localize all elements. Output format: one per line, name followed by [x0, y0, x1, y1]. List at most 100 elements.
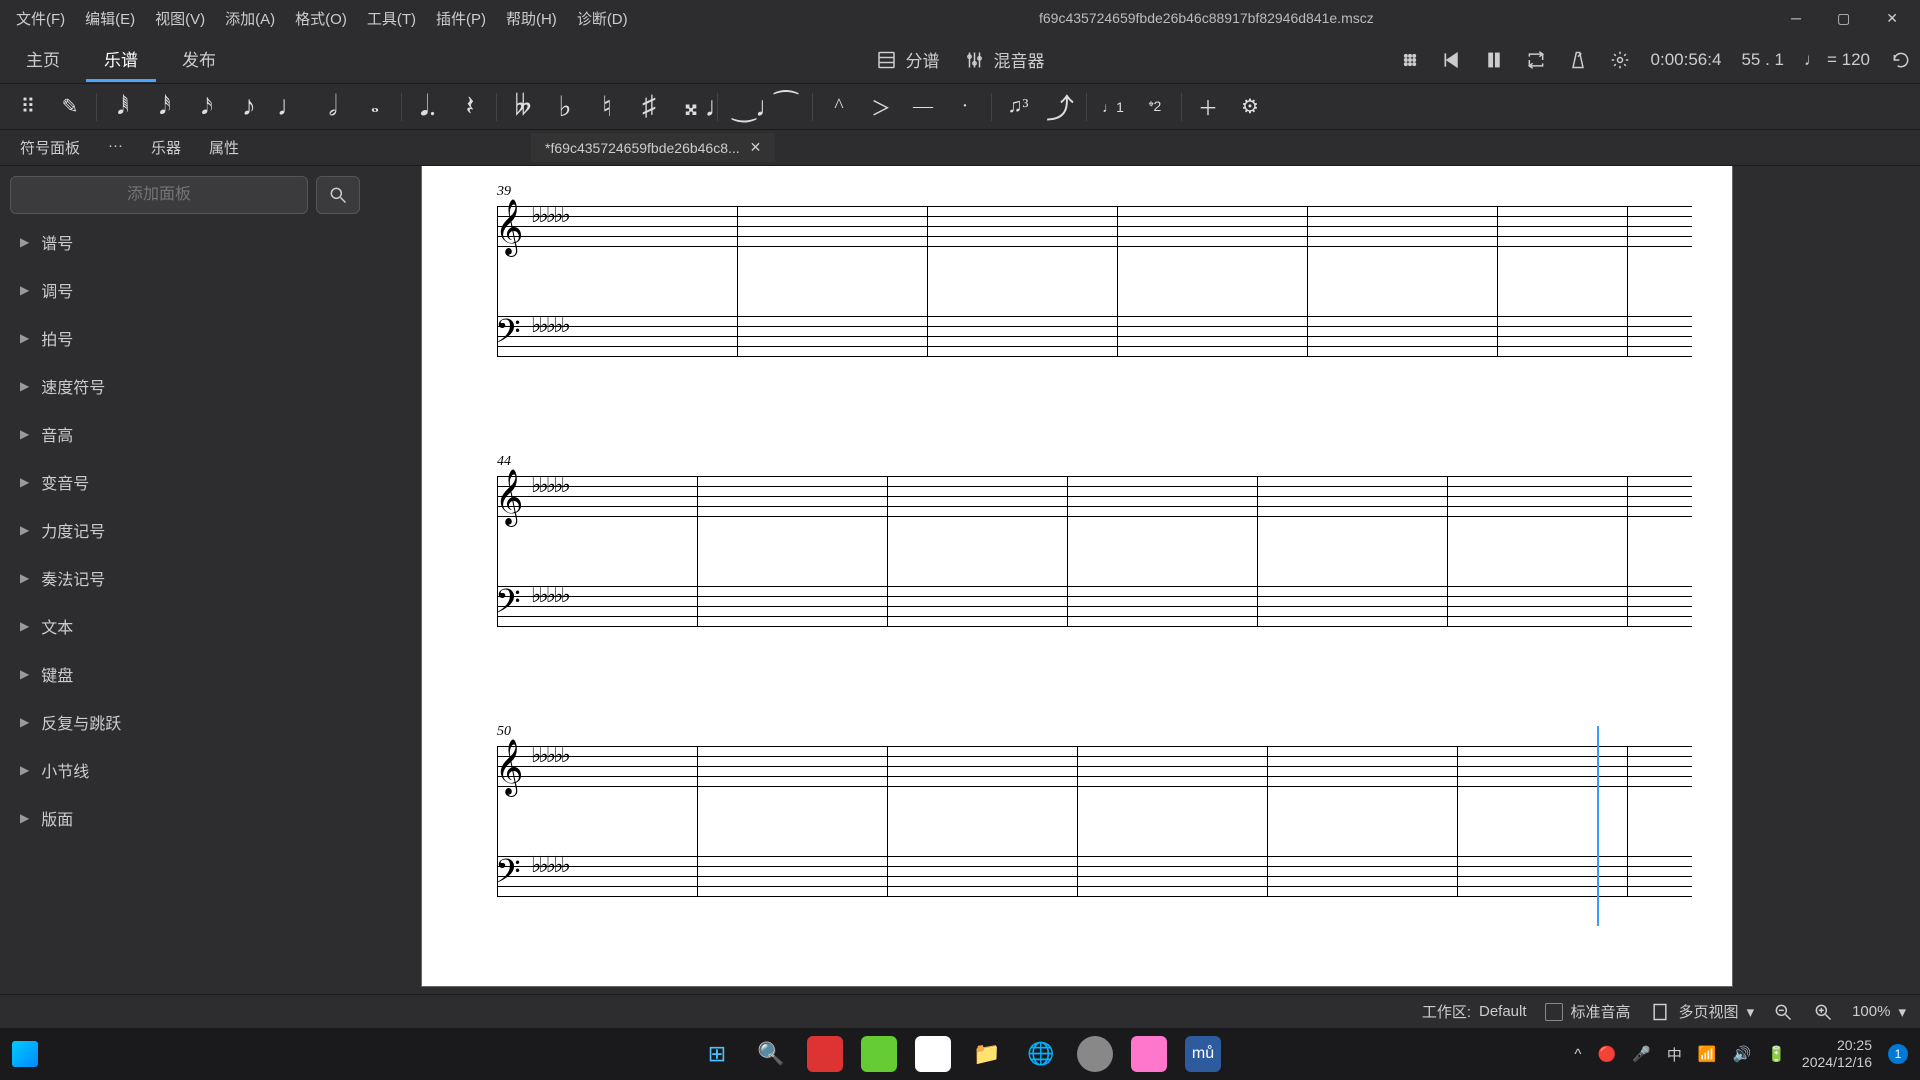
palette-search-button[interactable]: [316, 176, 360, 214]
tray-app-icon[interactable]: 🔴: [1597, 1045, 1616, 1063]
close-tab-button[interactable]: ✕: [750, 139, 762, 156]
battery-icon[interactable]: 🔋: [1767, 1045, 1786, 1063]
file-explorer-button[interactable]: 📁: [969, 1036, 1005, 1072]
marcato-button[interactable]: ^: [819, 89, 859, 125]
menu-view[interactable]: 视图(V): [147, 4, 213, 33]
mixer-button[interactable]: 混音器: [964, 47, 1045, 72]
undo-button[interactable]: [1890, 49, 1912, 71]
palette-search-input[interactable]: [10, 176, 308, 214]
ime-indicator[interactable]: 中: [1667, 1044, 1682, 1065]
taskbar-search-button[interactable]: 🔍: [753, 1036, 789, 1072]
note-64th-button[interactable]: 𝅘𝅥𝅱: [103, 89, 143, 125]
palette-barlines[interactable]: ▶小节线: [10, 750, 360, 790]
wifi-icon[interactable]: 📶: [1698, 1045, 1717, 1063]
musescore-taskbar-button[interactable]: mů: [1185, 1036, 1221, 1072]
close-button[interactable]: ✕: [1872, 6, 1912, 31]
parts-button[interactable]: 分谱: [876, 47, 940, 72]
palette-time-signatures[interactable]: ▶拍号: [10, 318, 360, 358]
tenuto-button[interactable]: —: [903, 89, 943, 125]
menu-plugins[interactable]: 插件(P): [428, 4, 494, 33]
zoom-level[interactable]: 100% ▾: [1852, 1003, 1906, 1021]
tab-more[interactable]: ···: [96, 131, 135, 164]
taskbar-app-2[interactable]: [861, 1036, 897, 1072]
palette-repeats[interactable]: ▶反复与跳跃: [10, 702, 360, 742]
palette-accidentals[interactable]: ▶变音号: [10, 462, 360, 502]
note-whole-button[interactable]: 𝅝: [355, 89, 395, 125]
add-button[interactable]: ＋: [1188, 89, 1228, 125]
accent-button[interactable]: ＞: [861, 89, 901, 125]
note-half-button[interactable]: 𝅗𝅥: [313, 89, 353, 125]
menu-format[interactable]: 格式(O): [287, 4, 355, 33]
tray-chevron-icon[interactable]: ^: [1574, 1046, 1581, 1063]
natural-button[interactable]: ♮: [587, 89, 627, 125]
settings-button[interactable]: [1609, 49, 1631, 71]
taskbar-clock[interactable]: 20:25 2024/12/16: [1802, 1037, 1872, 1071]
flat-button[interactable]: ♭: [545, 89, 585, 125]
palette-key-signatures[interactable]: ▶调号: [10, 270, 360, 310]
palette-pitch[interactable]: ▶音高: [10, 414, 360, 454]
note-8th-button[interactable]: ♪: [229, 89, 269, 125]
menu-add[interactable]: 添加(A): [217, 4, 283, 33]
staccato-button[interactable]: ·: [945, 89, 985, 125]
note-32nd-button[interactable]: 𝅘𝅥𝅰: [145, 89, 185, 125]
palette-articulations[interactable]: ▶奏法记号: [10, 558, 360, 598]
taskbar-app-5[interactable]: [1131, 1036, 1167, 1072]
taskbar-app-3[interactable]: [915, 1036, 951, 1072]
sharp-button[interactable]: ♯: [629, 89, 669, 125]
tab-home[interactable]: 主页: [8, 38, 78, 82]
microphone-icon[interactable]: 🎤: [1632, 1045, 1651, 1063]
tab-properties[interactable]: 属性: [197, 131, 251, 164]
tab-publish[interactable]: 发布: [164, 38, 234, 82]
volume-icon[interactable]: 🔊: [1733, 1045, 1752, 1063]
notifications-button[interactable]: 1: [1888, 1044, 1908, 1064]
minimize-button[interactable]: ─: [1777, 6, 1815, 31]
tab-instruments[interactable]: 乐器: [139, 131, 193, 164]
voice-1-button[interactable]: ♩1: [1093, 89, 1133, 125]
taskbar-app-1[interactable]: [807, 1036, 843, 1072]
note-16th-button[interactable]: 𝅘𝅥𝅯: [187, 89, 227, 125]
score-canvas[interactable]: 39 𝄞 𝄢 ♭♭♭♭♭ ♭♭♭♭♭ 44: [370, 166, 1920, 994]
edit-mode-button[interactable]: ✎: [50, 89, 90, 125]
palette-dynamics[interactable]: ▶力度记号: [10, 510, 360, 550]
tempo-display[interactable]: ♩ = 120: [1804, 50, 1870, 70]
menu-edit[interactable]: 编辑(E): [77, 4, 143, 33]
start-button[interactable]: ⊞: [699, 1036, 735, 1072]
view-mode-selector[interactable]: 多页视图 ▾: [1649, 1001, 1755, 1023]
concert-pitch-toggle[interactable]: 标准音高: [1545, 1001, 1631, 1022]
note-quarter-button[interactable]: ♩: [271, 89, 311, 125]
metronome-button[interactable]: [1567, 49, 1589, 71]
menu-help[interactable]: 帮助(H): [498, 4, 565, 33]
loop-button[interactable]: [1525, 49, 1547, 71]
palette-keyboard[interactable]: ▶键盘: [10, 654, 360, 694]
palette-layout[interactable]: ▶版面: [10, 798, 360, 838]
app-icon[interactable]: [12, 1041, 38, 1067]
maximize-button[interactable]: ▢: [1823, 6, 1864, 31]
tab-palettes[interactable]: 符号面板: [8, 131, 92, 164]
menu-tools[interactable]: 工具(T): [359, 4, 424, 33]
zoom-in-button[interactable]: [1812, 1001, 1834, 1023]
dot-button[interactable]: 𝅘𝅥.: [408, 89, 448, 125]
toolbar-settings-button[interactable]: ⚙: [1230, 89, 1270, 125]
palette-tempo[interactable]: ▶速度符号: [10, 366, 360, 406]
workspace-selector[interactable]: 工作区: Default: [1422, 1001, 1527, 1022]
document-tab[interactable]: *f69c435724659fbde26b46c8... ✕: [531, 133, 775, 162]
edge-button[interactable]: 🌐: [1023, 1036, 1059, 1072]
voice-2-button[interactable]: 𝄌2: [1135, 89, 1175, 125]
taskbar-app-4[interactable]: [1077, 1036, 1113, 1072]
drag-icon[interactable]: [1399, 49, 1421, 71]
double-flat-button[interactable]: 𝄫: [503, 89, 543, 125]
rewind-button[interactable]: [1441, 49, 1463, 71]
palette-text[interactable]: ▶文本: [10, 606, 360, 646]
grip-icon[interactable]: ⠿: [8, 89, 48, 125]
menu-debug[interactable]: 诊断(D): [569, 4, 636, 33]
palette-clefs[interactable]: ▶谱号: [10, 222, 360, 262]
tuplet-button[interactable]: ♫³: [998, 89, 1038, 125]
menu-file[interactable]: 文件(F): [8, 4, 73, 33]
tie-button[interactable]: ♩‿♩: [724, 89, 764, 125]
rest-button[interactable]: 𝄽: [450, 89, 490, 125]
pause-button[interactable]: [1483, 49, 1505, 71]
zoom-out-button[interactable]: [1772, 1001, 1794, 1023]
tab-score[interactable]: 乐谱: [86, 38, 156, 82]
flip-button[interactable]: ⤴: [1040, 89, 1080, 125]
slur-button[interactable]: ⁀: [766, 89, 806, 125]
